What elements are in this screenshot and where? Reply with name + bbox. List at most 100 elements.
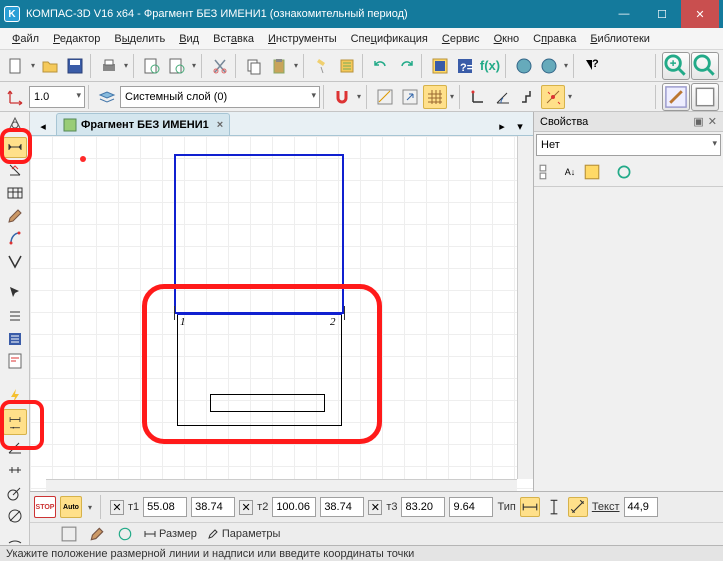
fx-button[interactable]: f(x) [478, 54, 502, 78]
spec-icon[interactable] [3, 328, 27, 349]
new-dropdown[interactable]: ▾ [29, 61, 37, 70]
coords-icon[interactable] [4, 85, 28, 109]
list-icon[interactable] [3, 305, 27, 326]
print-button[interactable] [97, 54, 121, 78]
tab-close-button[interactable]: × [217, 119, 223, 131]
lock-t1[interactable]: ✕ [110, 500, 124, 515]
maximize-button[interactable]: ☐ [643, 0, 681, 28]
t3-y-field[interactable]: 9.64 [449, 497, 493, 517]
table-icon[interactable] [3, 182, 27, 203]
tab-nav-right[interactable]: ▸ [493, 117, 511, 135]
tab-size[interactable]: Размер [144, 528, 197, 540]
whatsthis-button[interactable]: ? [580, 54, 604, 78]
preview-button[interactable] [140, 54, 164, 78]
linear-dim-button[interactable] [3, 409, 27, 435]
ortho-icon[interactable] [466, 85, 490, 109]
t3-x-field[interactable]: 83.20 [401, 497, 445, 517]
globe-button[interactable] [512, 54, 536, 78]
tab-nav-left[interactable]: ◂ [34, 117, 52, 135]
help-eq-button[interactable]: ?= [453, 54, 477, 78]
stop-button[interactable]: STOP [34, 496, 56, 518]
snap-point-button[interactable] [541, 85, 565, 109]
scrollbar-vertical[interactable] [517, 136, 533, 479]
step-icon[interactable] [516, 85, 540, 109]
t1-x-field[interactable]: 55.08 [143, 497, 187, 517]
menu-window[interactable]: Окно [488, 31, 526, 47]
copy-button[interactable] [242, 54, 266, 78]
t2-y-field[interactable]: 38.74 [320, 497, 364, 517]
menu-tools[interactable]: Инструменты [262, 31, 343, 47]
cut-button[interactable] [208, 54, 232, 78]
edit-tool-icon[interactable] [3, 205, 27, 226]
grid-edit-icon[interactable] [373, 85, 397, 109]
menu-help[interactable]: Справка [527, 31, 582, 47]
panel-close-button[interactable]: ✕ [708, 115, 717, 128]
t2-x-field[interactable]: 100.06 [272, 497, 316, 517]
minimize-button[interactable]: — [605, 0, 643, 28]
menu-insert[interactable]: Вставка [207, 31, 260, 47]
open-button[interactable] [38, 54, 62, 78]
grid-toggle-button[interactable] [423, 85, 447, 109]
menu-spec[interactable]: Спецификация [345, 31, 434, 47]
bottom-tool3-icon[interactable] [116, 525, 134, 543]
symbols-icon[interactable] [3, 160, 27, 181]
type-horiz-icon[interactable] [520, 497, 540, 517]
undo-button[interactable] [369, 54, 393, 78]
bottom-tool2-icon[interactable] [88, 525, 106, 543]
save-button[interactable] [63, 54, 87, 78]
document-tab[interactable]: Фрагмент БЕЗ ИМЕНИ1 × [56, 113, 230, 135]
auto-button[interactable]: Auto [60, 496, 82, 518]
sort-az-icon[interactable]: A↓ [560, 162, 580, 182]
new-doc-button[interactable] [4, 54, 28, 78]
panel-pin-icon[interactable]: ▣ [693, 115, 703, 128]
type-parallel-icon[interactable] [568, 497, 588, 517]
lock-t3[interactable]: ✕ [368, 500, 382, 515]
format-painter-button[interactable] [310, 54, 334, 78]
props-refresh-icon[interactable] [614, 162, 634, 182]
angle-icon[interactable] [491, 85, 515, 109]
props-settings-icon[interactable] [582, 162, 602, 182]
menu-select[interactable]: Выделить [108, 31, 171, 47]
preview2-button[interactable] [165, 54, 189, 78]
layers-icon[interactable] [95, 85, 119, 109]
filter-combo[interactable]: Нет [536, 134, 721, 156]
layer-combo[interactable]: Системный слой (0) [120, 86, 320, 108]
close-button[interactable]: ✕ [681, 0, 719, 28]
variables-icon[interactable] [428, 54, 452, 78]
paste-button[interactable] [267, 54, 291, 78]
grid-arrow-icon[interactable] [398, 85, 422, 109]
menu-file[interactable]: Файл [6, 31, 45, 47]
globe2-button[interactable] [537, 54, 561, 78]
redo-button[interactable] [394, 54, 418, 78]
bolt-icon[interactable] [3, 386, 27, 407]
t1-y-field[interactable]: 38.74 [191, 497, 235, 517]
dimension-icon[interactable] [3, 137, 27, 158]
menu-edit[interactable]: Редактор [47, 31, 106, 47]
sort-cat-icon[interactable] [538, 162, 558, 182]
properties-panel-button[interactable] [691, 83, 719, 111]
zoom-in-button[interactable] [662, 52, 690, 80]
diameter-dim-icon[interactable] [3, 505, 27, 526]
menu-service[interactable]: Сервис [436, 31, 486, 47]
lock-t2[interactable]: ✕ [239, 500, 253, 515]
bottom-tool1-icon[interactable] [60, 525, 78, 543]
tab-params[interactable]: Параметры [207, 528, 281, 540]
angular-dim-icon[interactable] [3, 437, 27, 458]
parametric-icon[interactable] [3, 228, 27, 249]
report-icon[interactable] [3, 351, 27, 372]
measure-icon[interactable] [3, 251, 27, 272]
snap-magnet-icon[interactable] [330, 85, 354, 109]
text-field[interactable]: 44,9 [624, 497, 658, 517]
menu-view[interactable]: Вид [173, 31, 205, 47]
chain-dim-icon[interactable] [3, 460, 27, 481]
type-vert-icon[interactable] [544, 497, 564, 517]
edit-sketch-button[interactable] [662, 83, 690, 111]
text-label[interactable]: Текст [592, 501, 620, 513]
rect-small[interactable] [210, 394, 325, 412]
geometry-icon[interactable] [3, 114, 27, 135]
zoom-fit-button[interactable] [691, 52, 719, 80]
radius-dim-icon[interactable] [3, 482, 27, 503]
scale-combo[interactable]: 1.0 [29, 86, 85, 108]
select-tool-icon[interactable] [3, 283, 27, 304]
print-dropdown[interactable]: ▾ [122, 61, 130, 70]
